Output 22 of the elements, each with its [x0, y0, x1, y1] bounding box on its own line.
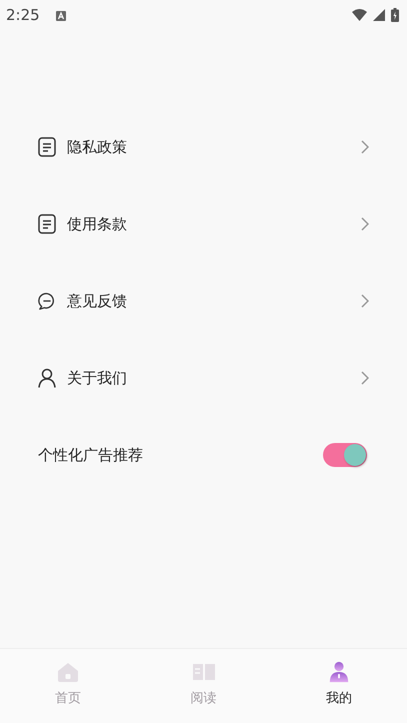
notification-icon [56, 10, 66, 20]
menu-item[interactable]: 隐私政策 [0, 116, 407, 178]
home-icon [56, 661, 80, 683]
setting-label: 个性化广告推荐 [38, 446, 144, 464]
tab[interactable]: 我的 [271, 649, 407, 723]
book-icon [192, 661, 216, 683]
menu-item[interactable]: 意见反馈 [0, 270, 407, 332]
chevron-right-icon [361, 294, 369, 308]
document-icon [38, 214, 56, 234]
signal-icon [373, 9, 385, 21]
status-time: 2:25 [6, 6, 40, 24]
toggle-switch[interactable] [323, 443, 367, 467]
chevron-right-icon [361, 217, 369, 231]
battery-icon [391, 8, 399, 22]
menu-item[interactable]: 使用条款 [0, 193, 407, 255]
menu-item[interactable]: 关于我们 [0, 347, 407, 409]
document-icon [38, 137, 56, 157]
chevron-right-icon [361, 371, 369, 385]
chat-bubble-icon [38, 291, 56, 311]
person-icon [38, 368, 56, 388]
wifi-icon [352, 9, 367, 21]
chevron-right-icon [361, 140, 369, 154]
